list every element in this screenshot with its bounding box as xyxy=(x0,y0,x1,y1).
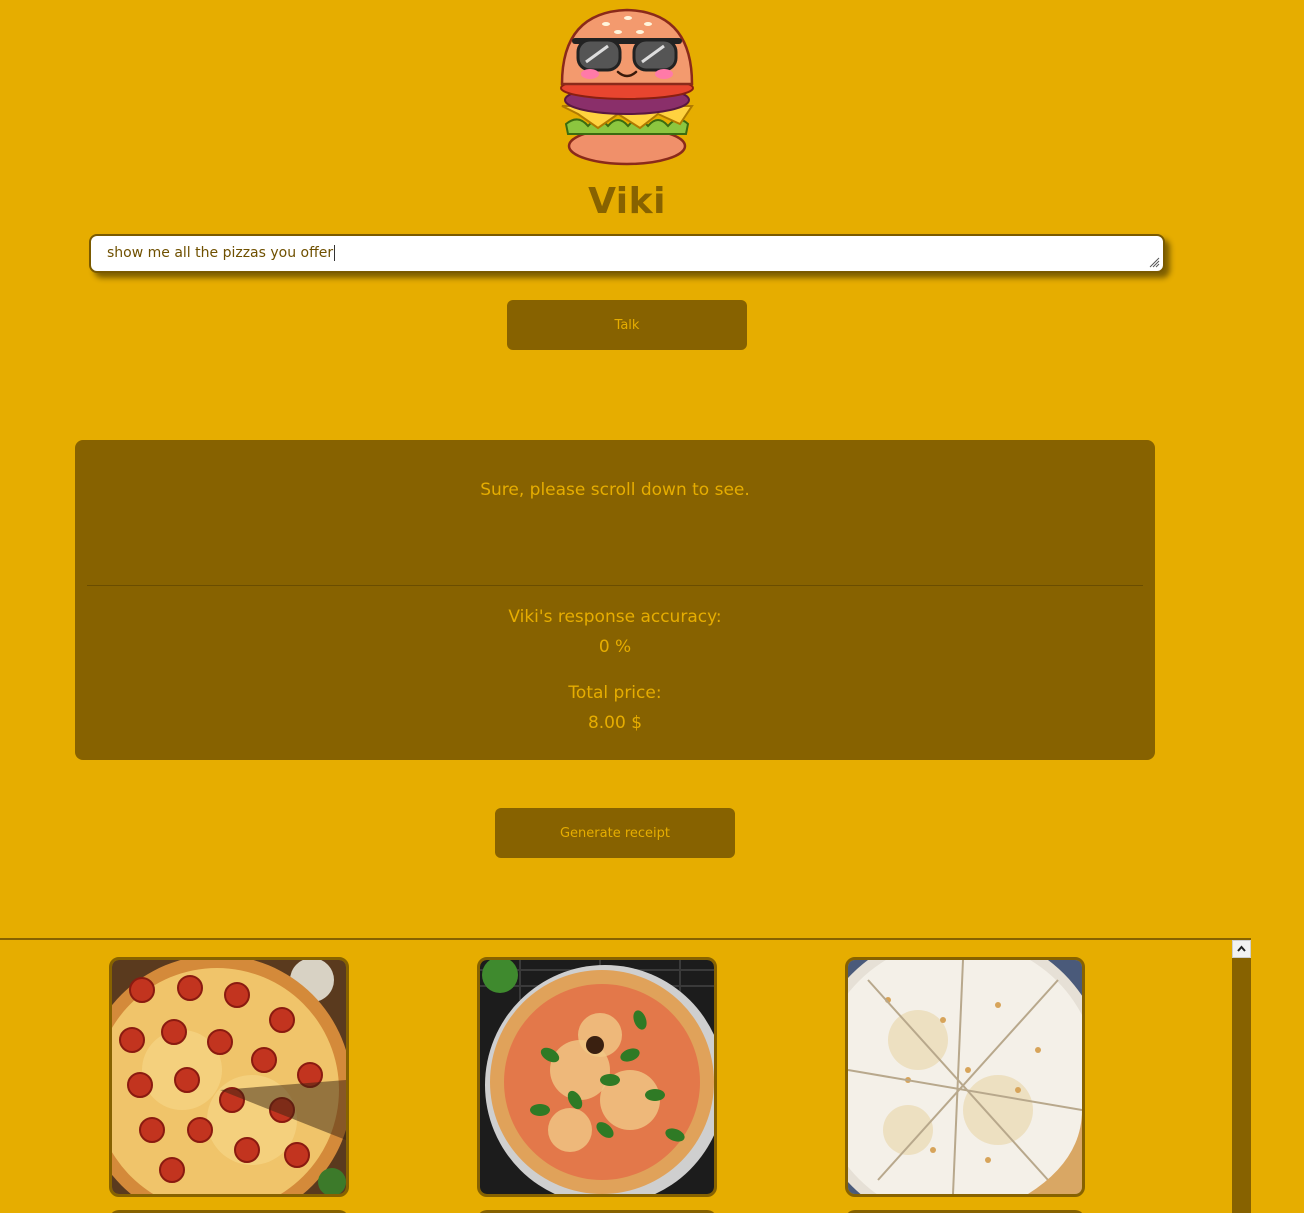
pizza-gallery[interactable] xyxy=(0,938,1251,1213)
pizza-card-white-cheese[interactable] xyxy=(845,957,1085,1197)
talk-button[interactable]: Talk xyxy=(507,300,747,350)
text-caret xyxy=(334,245,336,261)
accuracy-value: 0 % xyxy=(598,637,632,657)
total-price-value: 8.00 $ xyxy=(587,713,643,733)
margherita-pizza-image xyxy=(480,960,714,1194)
pizza-card-pepperoni[interactable] xyxy=(109,957,349,1197)
response-message: Sure, please scroll down to see. xyxy=(480,480,750,500)
pepperoni-pizza-image xyxy=(112,960,346,1194)
white-cheese-pizza-image xyxy=(848,960,1082,1194)
response-panel: Sure, please scroll down to see. Viki's … xyxy=(75,440,1155,760)
generate-receipt-button[interactable]: Generate receipt xyxy=(495,808,735,858)
page: Viki show me all the pizzas you offer Ta… xyxy=(0,0,1304,1213)
chevron-up-icon xyxy=(1237,945,1246,952)
prompt-value: show me all the pizzas you offer xyxy=(107,245,334,261)
scroll-up-button[interactable] xyxy=(1232,940,1251,958)
accuracy-label: Viki's response accuracy: xyxy=(508,607,722,627)
pizza-card-margherita[interactable] xyxy=(477,957,717,1197)
divider xyxy=(87,585,1143,586)
burger-mascot-icon xyxy=(560,8,694,166)
app-title: Viki xyxy=(588,181,666,222)
resize-grip-icon[interactable] xyxy=(1148,256,1160,268)
prompt-input[interactable]: show me all the pizzas you offer xyxy=(89,234,1165,273)
total-price-label: Total price: xyxy=(568,683,662,703)
scroll-thumb[interactable] xyxy=(1232,958,1251,1213)
gallery-scrollbar[interactable] xyxy=(1232,940,1251,1213)
